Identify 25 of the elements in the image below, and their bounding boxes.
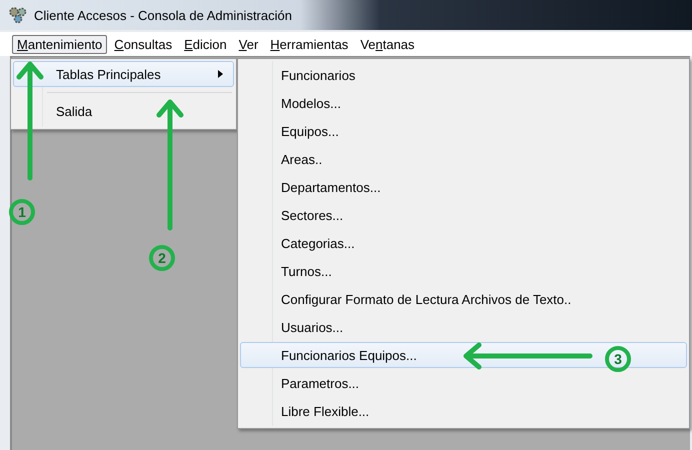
menu-item[interactable]: Tablas Principales [13, 61, 234, 87]
menu-bar-item[interactable]: Edicion [179, 34, 232, 54]
submenu-item[interactable]: Departamentos... [240, 174, 687, 200]
menu-item[interactable]: Salida [13, 98, 234, 124]
submenu-item[interactable]: Sectores... [240, 202, 687, 228]
submenu-item[interactable]: Categorias... [240, 230, 687, 256]
submenu-item[interactable]: Modelos... [240, 90, 687, 116]
submenu-item[interactable]: Areas.. [240, 146, 687, 172]
step-number-badge: 2 [149, 245, 175, 271]
menu-bar-item[interactable]: Ventanas [355, 34, 420, 54]
menu-bar-item[interactable]: Consultas [109, 34, 178, 54]
step-number-badge: 3 [605, 346, 631, 372]
menu-bar-item[interactable]: Herramientas [265, 34, 354, 54]
submenu-item[interactable]: Configurar Formato de Lectura Archivos de Texto.. [240, 286, 687, 312]
submenu-item[interactable]: Parametros... [240, 370, 687, 396]
submenu-item[interactable]: Turnos... [240, 258, 687, 284]
gears-icon [8, 6, 28, 24]
submenu-item[interactable]: Usuarios... [240, 314, 687, 340]
submenu-item[interactable]: Equipos... [240, 118, 687, 144]
menu-bar-item[interactable]: Ver [234, 34, 264, 54]
submenu-item[interactable]: Funcionarios [240, 62, 687, 88]
step-number-badge: 1 [9, 199, 35, 225]
submenu-item[interactable]: Libre Flexible... [240, 398, 687, 424]
window-title: Cliente Accesos - Consola de Administración [34, 8, 292, 22]
menu-bar-item[interactable]: Mantenimiento [12, 34, 108, 54]
